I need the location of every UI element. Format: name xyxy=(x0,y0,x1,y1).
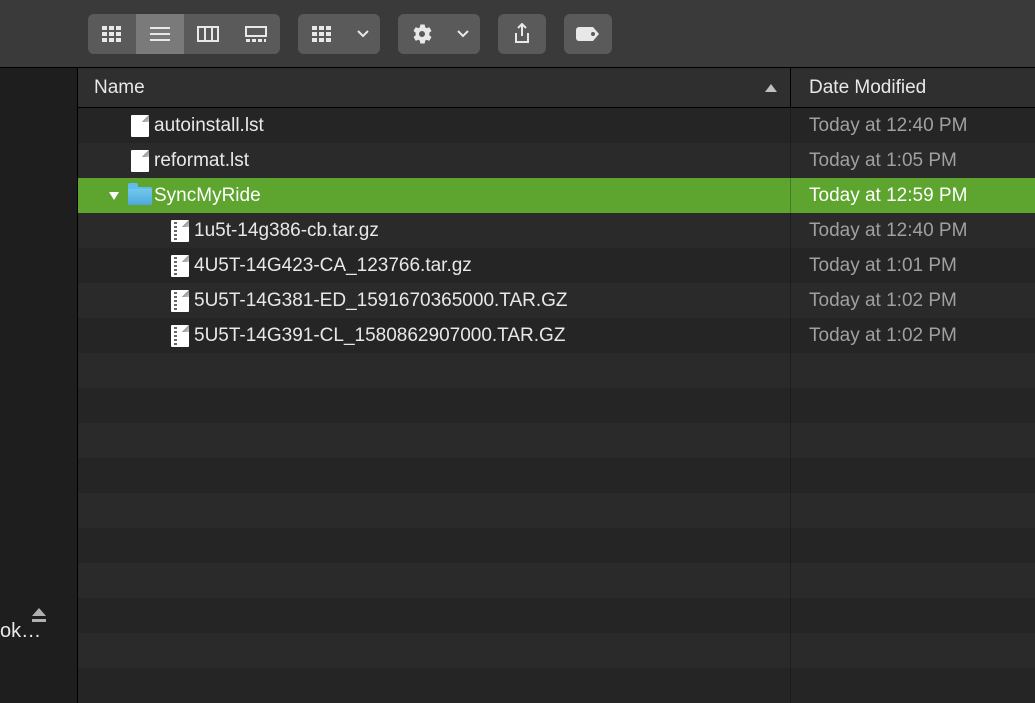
file-list-panel: Name Date Modified autoinstall.lst Today … xyxy=(78,68,1035,703)
group-by-group xyxy=(298,14,380,54)
file-icon xyxy=(126,115,154,137)
empty-row xyxy=(78,668,1035,703)
share-button[interactable] xyxy=(498,14,546,54)
empty-row xyxy=(78,493,1035,528)
tags-button[interactable] xyxy=(564,14,612,54)
file-row[interactable]: autoinstall.lst Today at 12:40 PM xyxy=(78,108,1035,143)
row-date-cell: Today at 12:40 PM xyxy=(791,108,1035,143)
empty-row xyxy=(78,388,1035,423)
toolbar xyxy=(0,0,1035,68)
row-date-cell: Today at 12:59 PM xyxy=(791,178,1035,213)
empty-row xyxy=(78,458,1035,493)
row-name-cell: SyncMyRide xyxy=(78,178,791,213)
row-date-cell: Today at 1:02 PM xyxy=(791,283,1035,318)
folder-row[interactable]: SyncMyRide Today at 12:59 PM xyxy=(78,178,1035,213)
group-by-dropdown[interactable] xyxy=(346,14,380,54)
share-group xyxy=(498,14,546,54)
empty-row xyxy=(78,528,1035,563)
row-date-cell: Today at 12:40 PM xyxy=(791,213,1035,248)
tags-group xyxy=(564,14,612,54)
sidebar: ok… xyxy=(0,68,78,703)
row-name-cell: 5U5T-14G381-ED_1591670365000.TAR.GZ xyxy=(78,283,791,318)
empty-row xyxy=(78,563,1035,598)
disclosure-triangle-icon[interactable] xyxy=(102,191,126,201)
sort-ascending-icon xyxy=(764,77,778,99)
column-name-label: Name xyxy=(94,77,145,99)
file-row[interactable]: 5U5T-14G391-CL_1580862907000.TAR.GZ Today… xyxy=(78,318,1035,353)
row-name-cell: 4U5T-14G423-CA_123766.tar.gz xyxy=(78,248,791,283)
file-row[interactable]: reformat.lst Today at 1:05 PM xyxy=(78,143,1035,178)
file-row[interactable]: 1u5t-14g386-cb.tar.gz Today at 12:40 PM xyxy=(78,213,1035,248)
row-name-cell: 5U5T-14G391-CL_1580862907000.TAR.GZ xyxy=(78,318,791,353)
view-mode-group xyxy=(88,14,280,54)
file-name-label: reformat.lst xyxy=(154,150,249,172)
file-name-label: autoinstall.lst xyxy=(154,115,264,137)
file-rows: autoinstall.lstToday at 12:40 PMreformat… xyxy=(78,108,1035,703)
empty-row xyxy=(78,423,1035,458)
file-name-label: 4U5T-14G423-CA_123766.tar.gz xyxy=(194,255,472,277)
archive-file-icon xyxy=(166,220,194,242)
row-date-cell: Today at 1:01 PM xyxy=(791,248,1035,283)
gallery-view-button[interactable] xyxy=(232,14,280,54)
group-by-button[interactable] xyxy=(298,14,346,54)
folder-icon xyxy=(126,187,154,205)
action-group xyxy=(398,14,480,54)
action-dropdown[interactable] xyxy=(446,14,480,54)
row-name-cell: 1u5t-14g386-cb.tar.gz xyxy=(78,213,791,248)
row-date-cell: Today at 1:05 PM xyxy=(791,143,1035,178)
archive-file-icon xyxy=(166,255,194,277)
column-header-date[interactable]: Date Modified xyxy=(791,68,1035,107)
eject-icon[interactable] xyxy=(30,606,48,629)
row-date-cell: Today at 1:02 PM xyxy=(791,318,1035,353)
file-name-label: SyncMyRide xyxy=(154,185,261,207)
file-row[interactable]: 5U5T-14G381-ED_1591670365000.TAR.GZ Today… xyxy=(78,283,1035,318)
empty-row xyxy=(78,598,1035,633)
action-gear-button[interactable] xyxy=(398,14,446,54)
row-name-cell: autoinstall.lst xyxy=(78,108,791,143)
file-name-label: 5U5T-14G391-CL_1580862907000.TAR.GZ xyxy=(194,325,565,347)
empty-row xyxy=(78,633,1035,668)
column-header-name[interactable]: Name xyxy=(78,68,791,107)
content-area: ok… Name Date Modified autoinstall.lst To… xyxy=(0,68,1035,703)
column-view-button[interactable] xyxy=(184,14,232,54)
column-date-label: Date Modified xyxy=(809,77,926,99)
icon-view-button[interactable] xyxy=(88,14,136,54)
empty-row xyxy=(78,353,1035,388)
column-headers: Name Date Modified xyxy=(78,68,1035,108)
file-row[interactable]: 4U5T-14G423-CA_123766.tar.gz Today at 1:0… xyxy=(78,248,1035,283)
file-icon xyxy=(126,150,154,172)
row-name-cell: reformat.lst xyxy=(78,143,791,178)
archive-file-icon xyxy=(166,290,194,312)
list-view-button[interactable] xyxy=(136,14,184,54)
file-name-label: 5U5T-14G381-ED_1591670365000.TAR.GZ xyxy=(194,290,568,312)
file-name-label: 1u5t-14g386-cb.tar.gz xyxy=(194,220,379,242)
archive-file-icon xyxy=(166,325,194,347)
